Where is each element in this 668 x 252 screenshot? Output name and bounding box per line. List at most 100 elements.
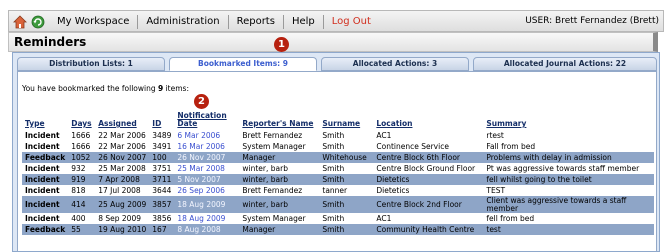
user-label: USER: Brett Fernandez (Brett): [525, 16, 659, 26]
cell-reporter: Brett Fernandez: [242, 130, 303, 140]
table-row[interactable]: Incident 932 25 Mar 2008 3751 25 Mar 200…: [22, 163, 654, 174]
cell-type: Incident: [22, 174, 69, 185]
nav-help[interactable]: Help: [282, 15, 323, 29]
cell-id: 3711: [149, 174, 175, 185]
cell-summary: test: [483, 224, 654, 235]
cell-days: 400: [71, 213, 86, 223]
cell-surname: Whitehouse: [319, 152, 374, 163]
table-row[interactable]: Incident 1666 22 Mar 2006 3489 6 Mar 200…: [22, 130, 654, 141]
cell-id: 3857: [149, 196, 175, 213]
callout-marker-1: 1: [274, 37, 289, 52]
tab-bookmarked-items[interactable]: Bookmarked Items: 9: [169, 57, 317, 71]
intro-suffix: items:: [163, 84, 189, 93]
cell-notification-date: 6 Mar 2006: [177, 130, 221, 140]
nav-my-workspace[interactable]: My Workspace: [49, 15, 137, 29]
cell-summary: rtest: [486, 130, 504, 140]
cell-days: 919: [68, 174, 96, 185]
cell-reporter: winter, barb: [239, 196, 320, 213]
cell-assigned: 8 Sep 2009: [98, 213, 141, 223]
cell-surname: Smith: [322, 141, 345, 151]
cell-assigned: 22 Mar 2006: [98, 130, 146, 140]
cell-assigned: 25 Aug 2009: [95, 196, 150, 213]
tab-allocated-journal-actions[interactable]: Allocated Journal Actions: 22: [473, 57, 657, 71]
col-header-surname[interactable]: Surname: [319, 109, 373, 130]
col-header-type[interactable]: Type: [22, 109, 68, 130]
page-title: Reminders: [8, 32, 658, 52]
cell-location: Centre Block 6th Floor: [373, 152, 484, 163]
cell-reporter: Brett Fernandez: [242, 185, 303, 195]
tab-bar: Distribution Lists: 1 Bookmarked Items: …: [17, 57, 659, 71]
nav-administration[interactable]: Administration: [137, 15, 227, 29]
cell-summary: fell from bed: [486, 213, 535, 223]
cell-surname: Smith: [319, 224, 374, 235]
col-header-location[interactable]: Location: [373, 109, 483, 130]
nav-reports[interactable]: Reports: [227, 15, 283, 29]
cell-id: 3489: [152, 130, 172, 140]
cell-type: Feedback: [22, 224, 69, 235]
col-header-summary[interactable]: Summary: [483, 109, 654, 130]
cell-reporter: System Manager: [242, 141, 306, 151]
cell-assigned: 19 Aug 2010: [95, 224, 150, 235]
cell-location: AC1: [376, 130, 392, 140]
tab-allocated-actions[interactable]: Allocated Actions: 3: [321, 57, 469, 71]
cell-surname: Smith: [319, 196, 374, 213]
cell-notification-date: 5 Nov 2007: [174, 174, 240, 185]
cell-location: AC1: [376, 213, 392, 223]
table-row[interactable]: Feedback 1052 26 Nov 2007 100 26 Nov 200…: [22, 152, 654, 163]
cell-id: 3644: [152, 185, 172, 195]
cell-reporter: winter, barb: [242, 163, 288, 173]
cell-surname: tanner: [322, 185, 348, 195]
cell-type: Incident: [25, 213, 60, 223]
main-nav: My Workspace Administration Reports Help…: [49, 14, 379, 30]
col-header-notification-date[interactable]: Notification Date: [174, 109, 239, 130]
cell-summary: fell whilst going to the toilet: [483, 174, 654, 185]
intro-prefix: You have bookmarked the following: [22, 84, 158, 93]
table-row[interactable]: Incident 1666 22 Mar 2006 3491 16 Mar 20…: [22, 141, 654, 152]
cell-days: 1666: [71, 141, 91, 151]
cell-type: Incident: [25, 163, 60, 173]
table-row[interactable]: Incident 400 8 Sep 2009 3856 18 Aug 2009…: [22, 213, 654, 224]
cell-assigned: 22 Mar 2006: [98, 141, 146, 151]
cell-notification-date: 16 Mar 2006: [177, 141, 225, 151]
cell-location: Centre Block 2nd Floor: [373, 196, 484, 213]
cell-days: 818: [71, 185, 86, 195]
table-row[interactable]: Incident 414 25 Aug 2009 3857 18 Aug 200…: [22, 196, 654, 213]
cell-id: 3491: [152, 141, 172, 151]
cell-reporter: Manager: [239, 224, 320, 235]
cell-type: Incident: [25, 130, 60, 140]
cell-notification-date: 18 Aug 2009: [174, 196, 240, 213]
cell-id: 3856: [152, 213, 172, 223]
cell-surname: Smith: [322, 163, 345, 173]
cell-reporter: System Manager: [242, 213, 306, 223]
cell-reporter: Manager: [239, 152, 320, 163]
cell-reporter: winter, barb: [239, 174, 320, 185]
cell-type: Incident: [22, 196, 69, 213]
table-row[interactable]: Feedback 55 19 Aug 2010 167 8 Aug 2008 M…: [22, 224, 654, 235]
col-header-id[interactable]: ID: [149, 109, 174, 130]
col-header-reporter[interactable]: Reporter's Name: [239, 109, 319, 130]
bookmark-intro: You have bookmarked the following 9 item…: [22, 84, 189, 93]
cell-notification-date: 26 Sep 2006: [177, 185, 225, 195]
cell-location: Community Health Centre: [373, 224, 484, 235]
cell-type: Feedback: [22, 152, 69, 163]
cell-location: Dietetics: [376, 185, 410, 195]
cell-summary: Client was aggressive towards a staff me…: [483, 196, 654, 213]
col-header-days[interactable]: Days: [68, 109, 95, 130]
cell-location: Centre Block Ground Floor: [376, 163, 476, 173]
home-icon[interactable]: [13, 15, 27, 29]
cell-summary: Pt was aggressive towards staff member: [486, 163, 640, 173]
table-row[interactable]: Incident 919 7 Apr 2008 3711 5 Nov 2007 …: [22, 174, 654, 185]
callout-marker-2: 2: [194, 94, 209, 109]
cell-days: 414: [68, 196, 96, 213]
refresh-icon[interactable]: [31, 15, 45, 29]
nav-log-out[interactable]: Log Out: [322, 15, 379, 29]
table-row[interactable]: Incident 818 17 Jul 2008 3644 26 Sep 200…: [22, 185, 654, 196]
cell-id: 167: [149, 224, 175, 235]
col-header-assigned[interactable]: Assigned: [95, 109, 149, 130]
top-nav-bar: My Workspace Administration Reports Help…: [8, 10, 664, 32]
bookmarked-items-content: You have bookmarked the following 9 item…: [17, 71, 657, 251]
table-header-row: Type Days Assigned ID Notification Date …: [22, 109, 654, 130]
tab-distribution-lists[interactable]: Distribution Lists: 1: [17, 57, 165, 71]
cell-summary: Fall from bed: [486, 141, 536, 151]
reminders-panel: Distribution Lists: 1 Bookmarked Items: …: [12, 52, 660, 252]
